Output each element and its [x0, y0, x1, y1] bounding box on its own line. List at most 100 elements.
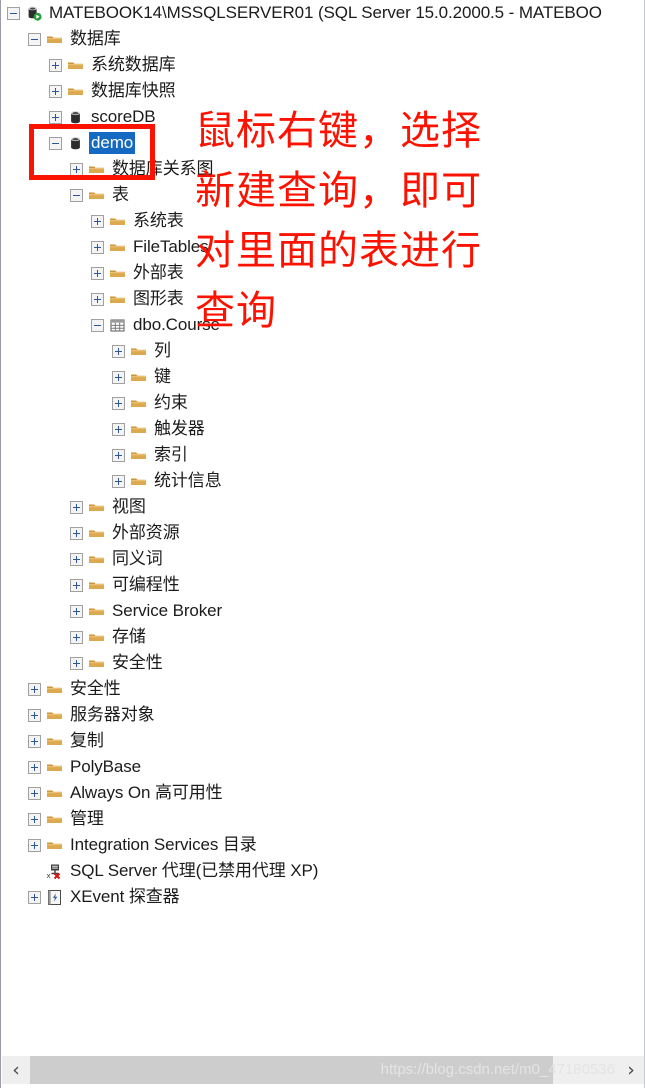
- collapse-minus-icon[interactable]: [7, 6, 20, 20]
- tree-node[interactable]: Service Broker: [1, 598, 644, 624]
- expand-plus-icon[interactable]: [91, 292, 104, 306]
- collapse-minus-icon[interactable]: [28, 32, 41, 46]
- tree-node[interactable]: 安全性: [1, 650, 644, 676]
- folder-icon: [130, 421, 147, 438]
- scrollbar-thumb[interactable]: [30, 1056, 553, 1084]
- tree-node[interactable]: 外部资源: [1, 520, 644, 546]
- expand-plus-icon[interactable]: [28, 708, 41, 722]
- tree-node-label: 外部资源: [112, 523, 180, 542]
- tree-node[interactable]: 图形表: [1, 286, 644, 312]
- tree-node[interactable]: 数据库关系图: [1, 156, 644, 182]
- folder-icon: [88, 499, 105, 516]
- object-explorer-tree[interactable]: MATEBOOK14\MSSQLSERVER01 (SQL Server 15.…: [1, 0, 644, 1052]
- tree-node[interactable]: 数据库快照: [1, 78, 644, 104]
- tree-node-label: 服务器对象: [70, 705, 155, 724]
- expand-plus-icon[interactable]: [70, 656, 83, 670]
- expand-plus-icon[interactable]: [91, 240, 104, 254]
- expand-plus-icon[interactable]: [28, 786, 41, 800]
- tree-node[interactable]: 系统表: [1, 208, 644, 234]
- expand-plus-icon[interactable]: [112, 448, 125, 462]
- folder-icon: [67, 57, 84, 74]
- expand-plus-icon[interactable]: [70, 500, 83, 514]
- database-icon: [67, 135, 84, 152]
- expand-plus-icon[interactable]: [70, 578, 83, 592]
- expand-plus-icon[interactable]: [112, 344, 125, 358]
- tree-node[interactable]: dbo.Course: [1, 312, 644, 338]
- tree-node-label: 安全性: [112, 653, 163, 672]
- collapse-minus-icon[interactable]: [91, 318, 104, 332]
- tree-node[interactable]: 表: [1, 182, 644, 208]
- tree-node[interactable]: 触发器: [1, 416, 644, 442]
- expand-plus-icon[interactable]: [28, 734, 41, 748]
- expand-plus-icon[interactable]: [49, 110, 62, 124]
- expand-plus-icon[interactable]: [28, 812, 41, 826]
- collapse-minus-icon[interactable]: [70, 188, 83, 202]
- expand-plus-icon[interactable]: [28, 890, 41, 904]
- database-icon: [67, 109, 84, 126]
- expand-plus-icon[interactable]: [112, 396, 125, 410]
- tree-node[interactable]: Always On 高可用性: [1, 780, 644, 806]
- folder-icon: [130, 447, 147, 464]
- expand-plus-icon[interactable]: [28, 682, 41, 696]
- tree-node[interactable]: 视图: [1, 494, 644, 520]
- expand-plus-icon[interactable]: [49, 58, 62, 72]
- tree-node[interactable]: XEvent 探查器: [1, 884, 644, 910]
- folder-icon: [46, 811, 63, 828]
- tree-node[interactable]: 约束: [1, 390, 644, 416]
- expand-plus-icon[interactable]: [70, 630, 83, 644]
- scroll-left-arrow-icon[interactable]: ‹: [2, 1056, 30, 1084]
- tree-node-label: 约束: [154, 393, 188, 412]
- expand-plus-icon[interactable]: [91, 266, 104, 280]
- expand-plus-icon[interactable]: [112, 474, 125, 488]
- expand-plus-icon[interactable]: [70, 526, 83, 540]
- tree-node[interactable]: 系统数据库: [1, 52, 644, 78]
- tree-node[interactable]: 外部表: [1, 260, 644, 286]
- expand-plus-icon[interactable]: [28, 838, 41, 852]
- expand-plus-icon[interactable]: [91, 214, 104, 228]
- folder-icon: [130, 395, 147, 412]
- tree-node-label: 同义词: [112, 549, 163, 568]
- expand-plus-icon[interactable]: [112, 370, 125, 384]
- folder-icon: [88, 603, 105, 620]
- tree-node[interactable]: Integration Services 目录: [1, 832, 644, 858]
- scrollbar-track[interactable]: https://blog.csdn.net/m0_47180536: [30, 1056, 617, 1084]
- tree-node[interactable]: 数据库: [1, 26, 644, 52]
- tree-node[interactable]: 管理: [1, 806, 644, 832]
- scroll-right-arrow-icon[interactable]: ›: [617, 1056, 644, 1084]
- collapse-minus-icon[interactable]: [49, 136, 62, 150]
- tree-node[interactable]: 可编程性: [1, 572, 644, 598]
- expand-plus-icon[interactable]: [112, 422, 125, 436]
- tree-node[interactable]: 同义词: [1, 546, 644, 572]
- tree-node[interactable]: PolyBase: [1, 754, 644, 780]
- tree-node[interactable]: 安全性: [1, 676, 644, 702]
- horizontal-scrollbar[interactable]: ‹ https://blog.csdn.net/m0_47180536 ›: [2, 1056, 644, 1084]
- expand-plus-icon[interactable]: [28, 760, 41, 774]
- sql-agent-disabled-icon: x: [46, 863, 63, 880]
- tree-node[interactable]: scoreDB: [1, 104, 644, 130]
- tree-node[interactable]: demo: [1, 130, 644, 156]
- folder-icon: [130, 473, 147, 490]
- tree-node[interactable]: 键: [1, 364, 644, 390]
- folder-icon: [46, 733, 63, 750]
- tree-node[interactable]: 列: [1, 338, 644, 364]
- tree-node[interactable]: FileTables: [1, 234, 644, 260]
- tree-node[interactable]: 索引: [1, 442, 644, 468]
- tree-node[interactable]: 统计信息: [1, 468, 644, 494]
- tree-node[interactable]: 存储: [1, 624, 644, 650]
- tree-node[interactable]: MATEBOOK14\MSSQLSERVER01 (SQL Server 15.…: [1, 0, 644, 26]
- folder-icon: [46, 785, 63, 802]
- expand-plus-icon[interactable]: [70, 552, 83, 566]
- server-connected-icon: [25, 5, 42, 22]
- expand-plus-icon[interactable]: [49, 84, 62, 98]
- expand-plus-icon[interactable]: [70, 162, 83, 176]
- tree-node[interactable]: 复制: [1, 728, 644, 754]
- tree-node[interactable]: x SQL Server 代理(已禁用代理 XP): [1, 858, 644, 884]
- tree-node[interactable]: 服务器对象: [1, 702, 644, 728]
- expand-plus-icon[interactable]: [70, 604, 83, 618]
